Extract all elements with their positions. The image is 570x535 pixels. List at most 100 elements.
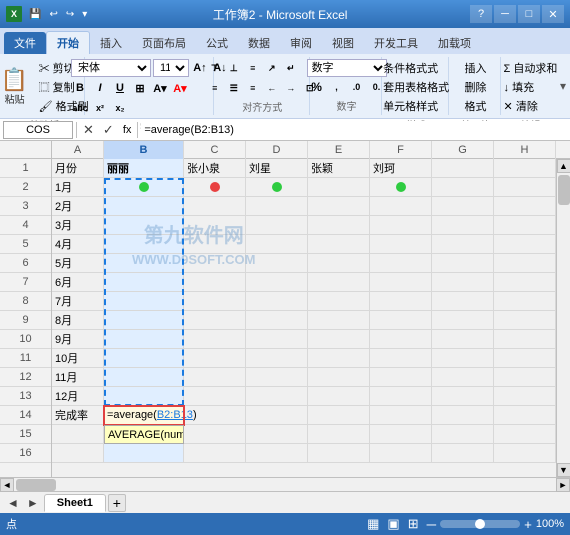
row-header-4[interactable]: 4 bbox=[0, 216, 51, 235]
align-top-button[interactable]: ⊤ bbox=[206, 59, 224, 77]
superscript-button[interactable]: x² bbox=[91, 99, 109, 117]
cell-h9[interactable] bbox=[494, 311, 556, 330]
scroll-left-button[interactable]: ◄ bbox=[0, 478, 14, 492]
cell-d9[interactable] bbox=[246, 311, 308, 330]
align-center-button[interactable]: ☰ bbox=[225, 79, 243, 97]
function-wizard-button[interactable]: fx bbox=[120, 124, 135, 136]
cell-d13[interactable] bbox=[246, 387, 308, 406]
scroll-right-button[interactable]: ► bbox=[556, 478, 570, 492]
text-angle-button[interactable]: ↗ bbox=[263, 59, 281, 77]
cell-b1[interactable]: 丽丽 bbox=[104, 159, 184, 178]
page-layout-view-button[interactable]: ▣ bbox=[387, 516, 399, 532]
border-button[interactable]: ⊞ bbox=[131, 79, 149, 97]
cell-c5[interactable] bbox=[184, 235, 246, 254]
vertical-scrollbar[interactable]: ▲ ▼ bbox=[556, 159, 570, 477]
cell-e6[interactable] bbox=[308, 254, 370, 273]
cell-b8[interactable] bbox=[104, 292, 184, 311]
cell-d12[interactable] bbox=[246, 368, 308, 387]
tab-pagelayout[interactable]: 页面布局 bbox=[132, 32, 196, 54]
row-header-14[interactable]: 14 bbox=[0, 406, 51, 425]
name-box[interactable] bbox=[3, 121, 73, 139]
cell-g10[interactable] bbox=[432, 330, 494, 349]
cell-d7[interactable] bbox=[246, 273, 308, 292]
cell-f10[interactable] bbox=[370, 330, 432, 349]
cell-c6[interactable] bbox=[184, 254, 246, 273]
cell-d15[interactable] bbox=[246, 425, 308, 444]
cell-c1[interactable]: 张小泉 bbox=[184, 159, 246, 178]
col-header-a[interactable]: A bbox=[52, 141, 104, 159]
autosum-button[interactable]: Σ 自动求和 bbox=[501, 59, 561, 77]
row-header-5[interactable]: 5 bbox=[0, 235, 51, 254]
cell-e3[interactable] bbox=[308, 197, 370, 216]
cell-g9[interactable] bbox=[432, 311, 494, 330]
cell-b4[interactable] bbox=[104, 216, 184, 235]
cell-g5[interactable] bbox=[432, 235, 494, 254]
cell-h15[interactable] bbox=[494, 425, 556, 444]
cell-h13[interactable] bbox=[494, 387, 556, 406]
percent-button[interactable]: % bbox=[308, 78, 326, 96]
tab-data[interactable]: 数据 bbox=[238, 32, 280, 54]
tab-view[interactable]: 视图 bbox=[322, 32, 364, 54]
cell-h11[interactable] bbox=[494, 349, 556, 368]
undo-button[interactable]: ↩ bbox=[46, 8, 60, 21]
formula-input[interactable] bbox=[141, 121, 567, 139]
cell-g16[interactable] bbox=[432, 444, 494, 463]
formula-cancel-button[interactable]: ✕ bbox=[80, 122, 97, 138]
col-header-c[interactable]: C bbox=[184, 141, 246, 159]
cell-f12[interactable] bbox=[370, 368, 432, 387]
cell-b10[interactable] bbox=[104, 330, 184, 349]
cell-d1[interactable]: 刘星 bbox=[246, 159, 308, 178]
cell-e9[interactable] bbox=[308, 311, 370, 330]
cell-f6[interactable] bbox=[370, 254, 432, 273]
cell-f2[interactable] bbox=[370, 178, 432, 197]
cell-g8[interactable] bbox=[432, 292, 494, 311]
cell-c2[interactable] bbox=[184, 178, 246, 197]
cell-b6[interactable] bbox=[104, 254, 184, 273]
cell-b14[interactable]: =average(B2:B13) bbox=[104, 406, 184, 425]
cell-h4[interactable] bbox=[494, 216, 556, 235]
cell-g2[interactable] bbox=[432, 178, 494, 197]
cell-d5[interactable] bbox=[246, 235, 308, 254]
cell-a2[interactable]: 1月 bbox=[52, 178, 104, 197]
row-header-12[interactable]: 12 bbox=[0, 368, 51, 387]
redo-button[interactable]: ↪ bbox=[63, 8, 77, 21]
cell-g1[interactable] bbox=[432, 159, 494, 178]
cell-f13[interactable] bbox=[370, 387, 432, 406]
cell-g7[interactable] bbox=[432, 273, 494, 292]
row-header-10[interactable]: 10 bbox=[0, 330, 51, 349]
col-header-f[interactable]: F bbox=[370, 141, 432, 159]
conditional-format-button[interactable]: 条件格式式 bbox=[380, 59, 452, 77]
cell-h7[interactable] bbox=[494, 273, 556, 292]
cell-e1[interactable]: 张颖 bbox=[308, 159, 370, 178]
cell-e7[interactable] bbox=[308, 273, 370, 292]
row-header-16[interactable]: 16 bbox=[0, 444, 51, 463]
cell-h16[interactable] bbox=[494, 444, 556, 463]
cell-e11[interactable] bbox=[308, 349, 370, 368]
cell-c9[interactable] bbox=[184, 311, 246, 330]
underline-button[interactable]: U bbox=[111, 79, 129, 97]
increase-decimal-button[interactable]: .0 bbox=[348, 78, 366, 96]
delete-cells-button[interactable]: 删除 bbox=[461, 78, 489, 96]
cell-h1[interactable] bbox=[494, 159, 556, 178]
col-header-g[interactable]: G bbox=[432, 141, 494, 159]
align-middle-button[interactable]: ⊥ bbox=[225, 59, 243, 77]
bold-button[interactable]: B bbox=[71, 79, 89, 97]
cell-e5[interactable] bbox=[308, 235, 370, 254]
paste-button[interactable]: 📋 粘贴 bbox=[0, 65, 33, 109]
cell-b16[interactable] bbox=[104, 444, 184, 463]
font-name-select[interactable]: 宋体 bbox=[71, 59, 151, 77]
cell-c8[interactable] bbox=[184, 292, 246, 311]
cell-a4[interactable]: 3月 bbox=[52, 216, 104, 235]
page-break-view-button[interactable]: ⊞ bbox=[408, 516, 419, 532]
row-header-2[interactable]: 2 bbox=[0, 178, 51, 197]
fill-button[interactable]: ↓ 填充 bbox=[501, 78, 561, 96]
cell-c7[interactable] bbox=[184, 273, 246, 292]
cell-h10[interactable] bbox=[494, 330, 556, 349]
ribbon-scroll-button[interactable]: ▾ bbox=[560, 79, 566, 93]
cell-e16[interactable] bbox=[308, 444, 370, 463]
row-header-3[interactable]: 3 bbox=[0, 197, 51, 216]
cell-c16[interactable] bbox=[184, 444, 246, 463]
row-header-13[interactable]: 13 bbox=[0, 387, 51, 406]
cell-h12[interactable] bbox=[494, 368, 556, 387]
subscript-button[interactable]: x₂ bbox=[111, 99, 129, 117]
